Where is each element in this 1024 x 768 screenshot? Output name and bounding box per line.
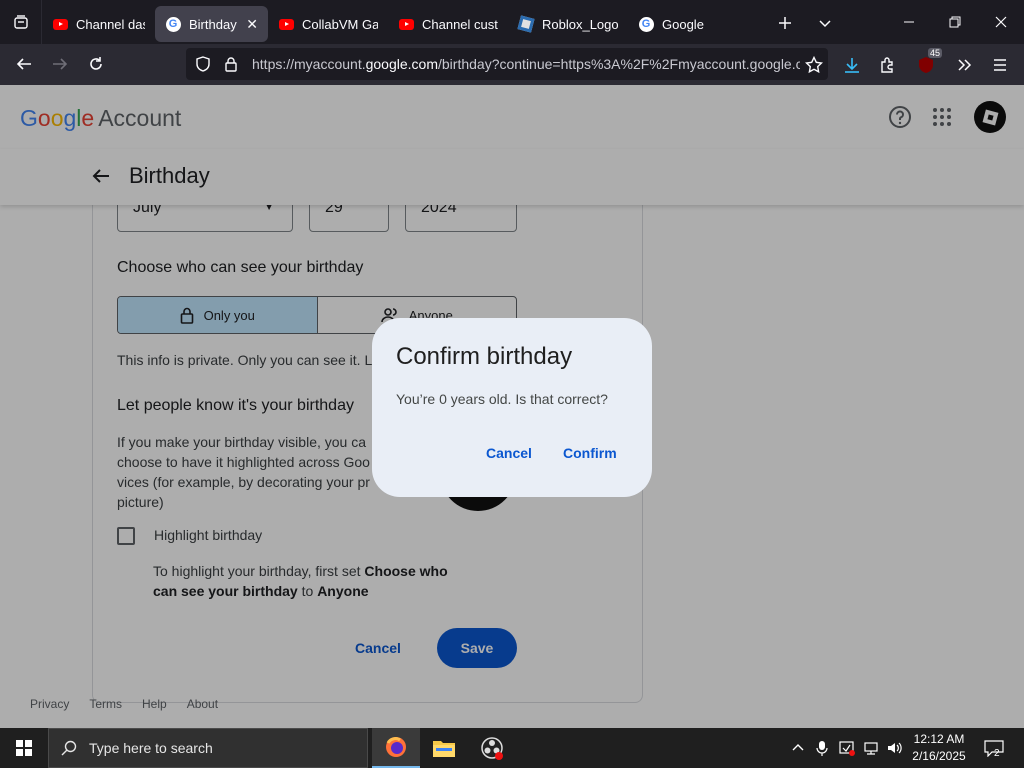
taskbar-file-explorer[interactable] [420, 728, 468, 768]
taskbar-clock[interactable]: 12:12 AM 2/16/2025 [908, 731, 970, 765]
tab-google[interactable]: G Google [628, 6, 738, 42]
browser-nav-bar: https://myaccount.google.com/birthday?co… [0, 44, 1024, 85]
chevron-down-icon[interactable] [814, 12, 836, 34]
shield-icon[interactable] [192, 56, 214, 72]
tab-label: Channel custo [422, 16, 498, 32]
url-text: https://myaccount.google.com/birthday?co… [252, 56, 800, 72]
network-icon[interactable] [860, 728, 882, 768]
youtube-icon [278, 16, 294, 32]
windows-taskbar: Type here to search 12:12 AM 2/16/2025 2 [0, 728, 1024, 768]
close-window-icon[interactable] [978, 0, 1024, 44]
address-bar[interactable]: https://myaccount.google.com/birthday?co… [186, 48, 828, 80]
overflow-chevron-icon[interactable] [946, 44, 982, 85]
bookmark-star-icon[interactable] [796, 44, 832, 85]
taskbar-search-box[interactable]: Type here to search [48, 728, 368, 768]
dialog-message: You’re 0 years old. Is that correct? [396, 391, 608, 407]
notifications-icon[interactable]: 2 [980, 728, 1008, 768]
youtube-icon [398, 16, 414, 32]
windows-logo-icon [16, 740, 32, 756]
forward-icon[interactable] [42, 46, 78, 82]
roblox-icon [517, 15, 535, 33]
minimize-icon[interactable] [886, 0, 932, 44]
confirm-birthday-dialog: Confirm birthday You’re 0 years old. Is … [372, 318, 652, 497]
taskbar-obs[interactable] [468, 728, 516, 768]
back-icon[interactable] [6, 46, 42, 82]
lock-icon[interactable] [220, 56, 242, 72]
tab-collabvm[interactable]: CollabVM Gam [268, 6, 388, 42]
taskbar-firefox[interactable] [372, 728, 420, 768]
downloads-icon[interactable] [834, 44, 870, 85]
google-icon: G [638, 16, 654, 32]
browser-tab-bar: Channel dashb G Birthday ✕ CollabVM Gam … [0, 0, 1024, 44]
firefox-icon [386, 737, 406, 757]
start-button[interactable] [0, 728, 48, 768]
youtube-icon [52, 16, 68, 32]
tab-label: Birthday [189, 16, 237, 32]
clock-date: 2/16/2025 [912, 749, 966, 763]
clock-time: 12:12 AM [913, 732, 965, 746]
folder-icon [433, 741, 455, 757]
extensions-icon[interactable] [870, 44, 906, 85]
tab-channel-dashboard[interactable]: Channel dashb [42, 6, 155, 42]
dialog-title: Confirm birthday [396, 343, 573, 370]
tab-label: Roblox_Logo_2 [542, 16, 618, 32]
new-tab-icon[interactable] [774, 12, 796, 34]
ublock-extension-icon[interactable]: 45 [908, 44, 944, 85]
reload-icon[interactable] [78, 46, 114, 82]
menu-icon[interactable] [982, 44, 1018, 85]
tab-birthday[interactable]: G Birthday ✕ [155, 6, 268, 42]
tab-roblox-logo[interactable]: Roblox_Logo_2 [508, 6, 628, 42]
tab-label: Channel dashb [76, 16, 145, 32]
notification-count: 2 [994, 748, 1000, 759]
restore-icon[interactable] [932, 0, 978, 44]
dialog-confirm-button[interactable]: Confirm [563, 445, 617, 461]
tab-label: Google [662, 16, 704, 32]
search-placeholder: Type here to search [89, 740, 213, 756]
close-tab-icon[interactable]: ✕ [246, 16, 258, 33]
security-icon[interactable] [836, 728, 858, 768]
extension-badge: 45 [927, 48, 942, 58]
tab-list-icon[interactable] [0, 0, 42, 44]
tab-label: CollabVM Gam [302, 16, 378, 32]
dialog-cancel-button[interactable]: Cancel [486, 445, 532, 461]
obs-icon [481, 737, 503, 760]
google-icon: G [165, 16, 181, 32]
volume-icon[interactable] [884, 728, 906, 768]
tray-overflow-chevron-icon[interactable] [788, 728, 808, 768]
search-icon [61, 740, 77, 756]
tab-channel-customization[interactable]: Channel custo [388, 6, 508, 42]
microphone-icon[interactable] [812, 728, 832, 768]
